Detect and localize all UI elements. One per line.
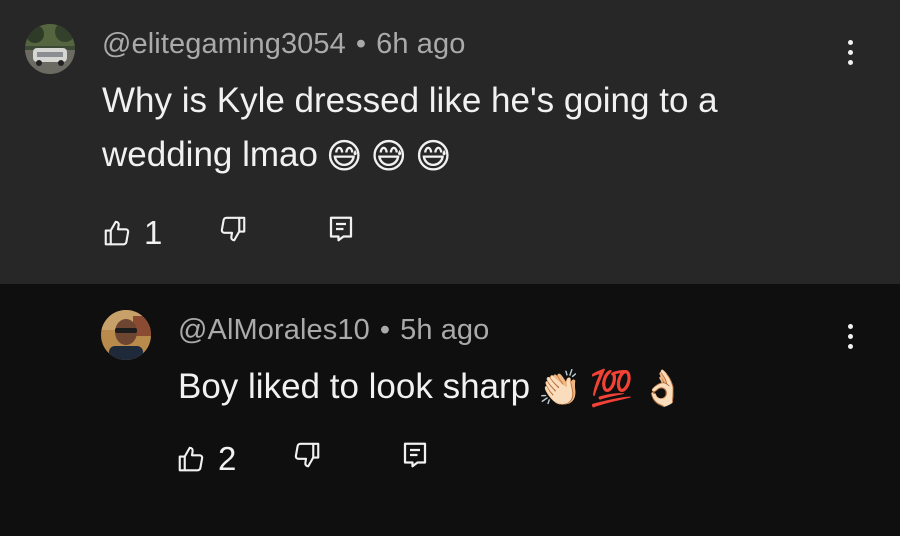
reply-button[interactable] <box>400 440 430 470</box>
comment-time[interactable]: 6h ago <box>376 28 465 60</box>
thumbs-up-icon <box>104 220 130 246</box>
like-button[interactable]: 1 <box>102 214 162 252</box>
reply-button[interactable] <box>326 214 356 244</box>
comment-text: Why is Kyle dressed like he's going to a… <box>102 74 842 184</box>
reply-icon <box>329 216 353 242</box>
like-count: 1 <box>144 214 163 251</box>
comment-thread-reply: @AlMorales10 • 5h ago Boy liked to look sh… <box>0 284 900 536</box>
thumbs-down-icon <box>220 216 246 242</box>
avatar[interactable] <box>25 24 75 74</box>
dislike-button[interactable] <box>292 440 322 470</box>
avatar[interactable] <box>101 310 151 360</box>
emoji-hundred-points: 💯 <box>589 368 634 408</box>
emoji-ok-hand: 👌🏻 <box>641 368 685 408</box>
more-vert-icon[interactable] <box>835 32 865 72</box>
reply-icon <box>403 442 427 468</box>
comment-body: Why is Kyle dressed like he's going to a… <box>102 81 718 174</box>
author-name[interactable]: @elitegaming3054 <box>102 28 346 60</box>
emoji-clapping-hands: 👏🏻 <box>538 368 582 408</box>
emoji-grinning-sweat-2: 😅 <box>370 136 407 176</box>
meta-separator: • <box>379 314 391 346</box>
dislike-button[interactable] <box>218 214 248 244</box>
comment-thread-top: @elitegaming3054 • 6h ago Why is Kyle dres… <box>0 0 900 284</box>
like-button[interactable]: 2 <box>176 440 236 478</box>
thumbs-up-icon <box>178 446 204 472</box>
emoji-grinning-sweat-1: 😅 <box>325 136 363 176</box>
meta-separator: • <box>355 28 367 60</box>
emoji-grinning-sweat-3: 😅 <box>414 136 452 176</box>
author-name[interactable]: @AlMorales10 <box>178 314 370 346</box>
like-count: 2 <box>218 440 237 477</box>
thumbs-down-icon <box>294 442 320 468</box>
comment-text: Boy liked to look sharp 👏🏻 💯 👌🏻 <box>178 360 838 416</box>
comment-meta: @elitegaming3054 • 6h ago <box>102 28 465 61</box>
comment-meta: @AlMorales10 • 5h ago <box>178 314 489 347</box>
more-vert-icon[interactable] <box>835 316 865 356</box>
comment-body: Boy liked to look sharp <box>178 367 531 406</box>
comment-time[interactable]: 5h ago <box>400 314 489 346</box>
